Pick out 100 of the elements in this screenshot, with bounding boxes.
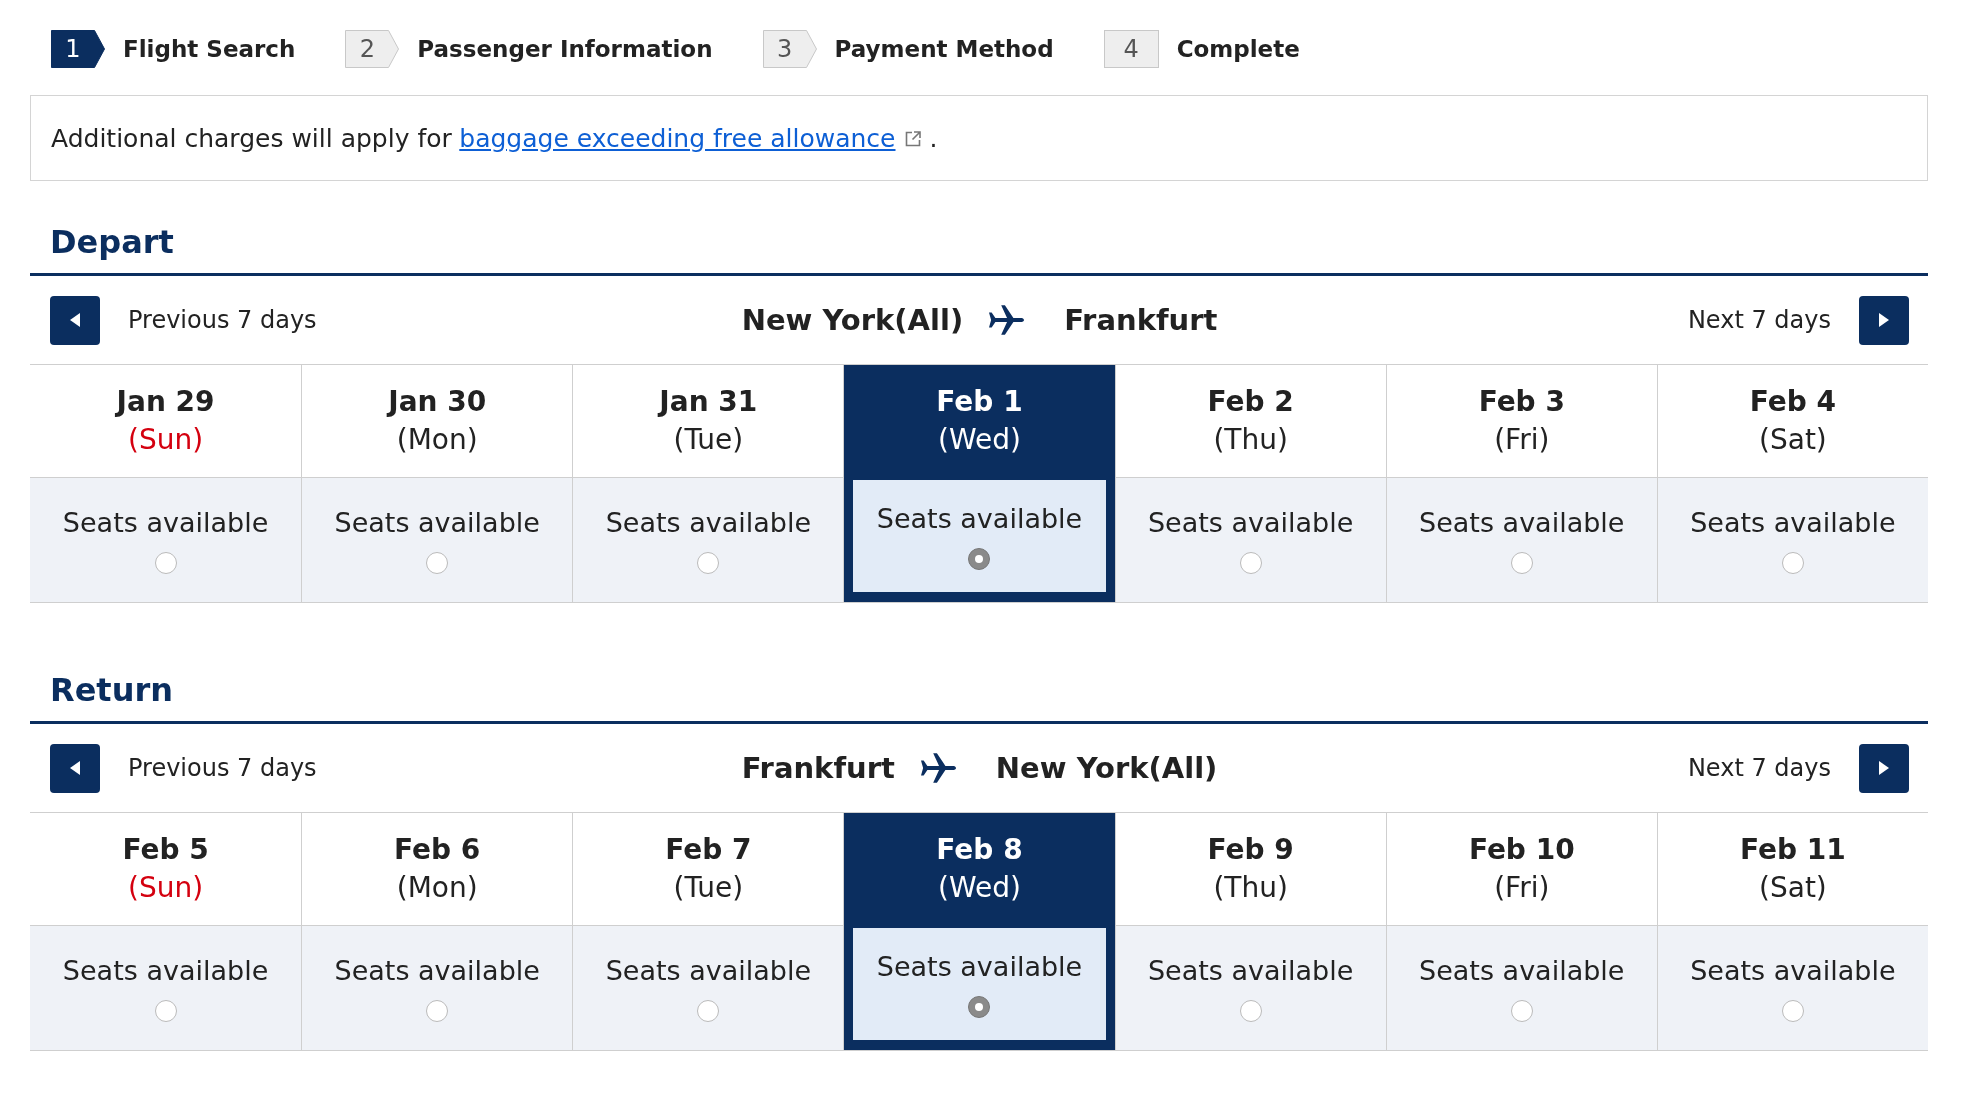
step-label: Passenger Information: [417, 36, 713, 62]
weekday-label: (Sat): [1759, 870, 1827, 906]
weekday-label: (Mon): [396, 422, 478, 458]
origin-city: Frankfurt: [741, 751, 895, 785]
section-heading: Return: [30, 670, 1928, 724]
availability-label: Seats available: [1419, 954, 1625, 988]
weekday-label: (Thu): [1213, 870, 1288, 906]
next-days-link[interactable]: Next 7 days: [1687, 306, 1831, 334]
weekday-label: (Sun): [128, 422, 204, 458]
caret-right-icon: [1879, 761, 1889, 775]
step-number-badge: 4: [1103, 30, 1159, 68]
date-label: Feb 3: [1478, 384, 1565, 420]
availability-label: Seats available: [1147, 506, 1354, 540]
radio-button[interactable]: [1239, 552, 1262, 574]
radio-button[interactable]: [1239, 1000, 1262, 1022]
caret-left-icon: [70, 761, 80, 775]
step-number-badge: 3: [762, 30, 817, 68]
radio-button[interactable]: [154, 552, 177, 574]
radio-button[interactable]: [1510, 552, 1533, 574]
date-label: Feb 1: [936, 384, 1023, 420]
date-label: Feb 5: [122, 832, 209, 868]
date-label: Feb 6: [394, 832, 481, 868]
baggage-allowance-link[interactable]: baggage exceeding free allowance: [459, 123, 896, 153]
availability-label: Seats available: [62, 954, 269, 988]
date-option[interactable]: Feb 9 (Thu) Seats available: [1114, 813, 1386, 1050]
weekday-label: (Tue): [673, 870, 744, 906]
step-label: Complete: [1176, 36, 1300, 62]
previous-button[interactable]: [50, 743, 100, 793]
date-label: Feb 9: [1207, 832, 1294, 868]
date-option[interactable]: Feb 1 (Wed) Seats available: [843, 365, 1115, 602]
date-label: Feb 4: [1749, 384, 1837, 420]
step-label: Flight Search: [123, 36, 296, 62]
radio-button[interactable]: [968, 996, 991, 1018]
radio-button[interactable]: [697, 552, 720, 574]
date-label: Feb 7: [665, 832, 752, 868]
radio-button[interactable]: [1781, 1000, 1804, 1022]
next-days-link[interactable]: Next 7 days: [1687, 754, 1831, 782]
availability-label: Seats available: [1419, 506, 1625, 540]
radio-button[interactable]: [1510, 1000, 1533, 1022]
date-option[interactable]: Feb 2 (Thu) Seats available: [1114, 365, 1386, 602]
availability-label: Seats available: [1690, 506, 1896, 540]
radio-button[interactable]: [426, 1000, 449, 1022]
previous-button[interactable]: [50, 295, 100, 345]
date-label: Feb 2: [1207, 384, 1294, 420]
date-label: Feb 11: [1740, 832, 1846, 868]
notice-text: Additional charges will apply for baggage exceeding free allowance .: [51, 123, 938, 153]
date-label: Feb 8: [936, 832, 1023, 868]
availability-label: Seats available: [334, 954, 540, 988]
radio-button[interactable]: [697, 1000, 720, 1022]
weekday-label: (Tue): [673, 422, 744, 458]
step-label: Payment Method: [834, 36, 1054, 62]
date-option[interactable]: Feb 11 (Sat) Seats available: [1656, 813, 1928, 1050]
section-heading: Depart: [30, 222, 1928, 276]
availability-label: Seats available: [1690, 954, 1896, 988]
destination-city: Frankfurt: [1064, 303, 1218, 337]
availability-label: Seats available: [334, 506, 540, 540]
weekday-label: (Thu): [1213, 422, 1288, 458]
radio-button[interactable]: [1781, 552, 1804, 574]
date-option[interactable]: Jan 30 (Mon) Seats available: [301, 365, 573, 602]
step-number-badge: 2: [345, 30, 400, 68]
date-option[interactable]: Jan 29 (Sun) Seats available: [30, 365, 302, 602]
previous-days-link[interactable]: Previous 7 days: [128, 306, 317, 334]
weekday-label: (Sat): [1759, 422, 1827, 458]
weekday-label: (Wed): [938, 870, 1021, 906]
weekday-label: (Wed): [938, 422, 1021, 458]
availability-label: Seats available: [876, 502, 1083, 536]
availability-label: Seats available: [1147, 954, 1354, 988]
airplane-icon: [989, 305, 1025, 335]
date-label: Jan 29: [116, 384, 215, 420]
date-option[interactable]: Feb 4 (Sat) Seats available: [1656, 365, 1928, 602]
airplane-icon: [920, 753, 956, 783]
radio-button[interactable]: [968, 548, 991, 570]
caret-right-icon: [1879, 313, 1889, 327]
weekday-label: (Fri): [1494, 422, 1550, 458]
weekday-label: (Mon): [396, 870, 478, 906]
date-label: Jan 31: [659, 384, 758, 420]
origin-city: New York(All): [741, 303, 964, 337]
date-option[interactable]: Feb 6 (Mon) Seats available: [301, 813, 573, 1050]
radio-button[interactable]: [426, 552, 449, 574]
date-label: Feb 10: [1468, 832, 1575, 868]
date-option[interactable]: Feb 3 (Fri) Seats available: [1385, 365, 1657, 602]
next-button[interactable]: [1859, 743, 1909, 793]
date-label: Jan 30: [388, 384, 487, 420]
external-link-icon: [903, 129, 922, 148]
next-button[interactable]: [1859, 295, 1909, 345]
date-option[interactable]: Feb 7 (Tue) Seats available: [572, 813, 844, 1050]
destination-city: New York(All): [995, 751, 1218, 785]
availability-label: Seats available: [876, 950, 1083, 984]
weekday-label: (Fri): [1494, 870, 1550, 906]
previous-days-link[interactable]: Previous 7 days: [128, 754, 317, 782]
date-option[interactable]: Feb 10 (Fri) Seats available: [1385, 813, 1657, 1050]
availability-label: Seats available: [62, 506, 269, 540]
date-option[interactable]: Feb 5 (Sun) Seats available: [30, 813, 302, 1050]
weekday-label: (Sun): [128, 870, 204, 906]
radio-button[interactable]: [154, 1000, 177, 1022]
caret-left-icon: [70, 313, 80, 327]
date-option[interactable]: Jan 31 (Tue) Seats available: [572, 365, 844, 602]
availability-label: Seats available: [605, 506, 812, 540]
date-option[interactable]: Feb 8 (Wed) Seats available: [843, 813, 1115, 1050]
step-number-badge: 1: [51, 30, 105, 68]
